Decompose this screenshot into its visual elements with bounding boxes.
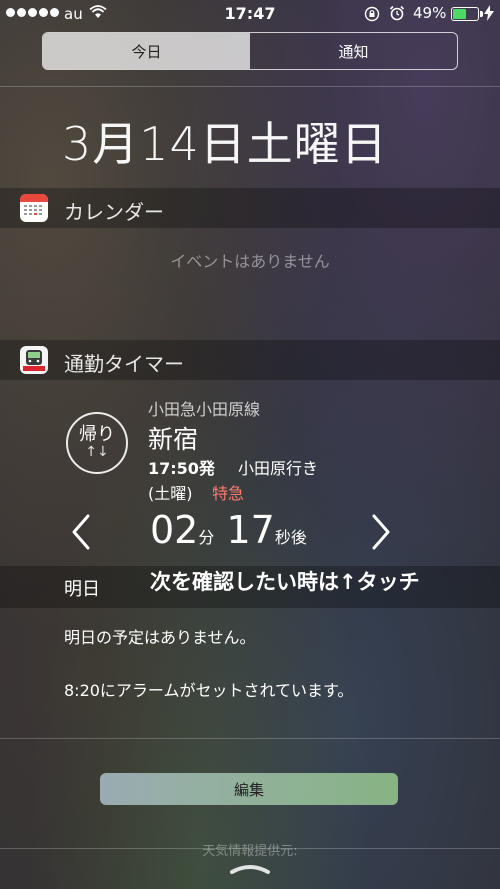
status-bar: au 17:47 49% bbox=[0, 0, 500, 28]
station-name: 新宿 bbox=[148, 425, 199, 454]
close-handle-icon[interactable] bbox=[228, 860, 272, 876]
divider bbox=[0, 738, 500, 739]
minutes-unit: 分 bbox=[198, 528, 215, 547]
charging-bolt-icon bbox=[484, 5, 494, 21]
commute-timer-app-icon bbox=[20, 346, 48, 374]
tomorrow-no-plans: 明日の予定はありません。 bbox=[64, 628, 256, 647]
battery-icon bbox=[451, 7, 483, 21]
next-train-chevron-icon[interactable] bbox=[366, 512, 396, 552]
countdown-minutes: 02 bbox=[150, 508, 199, 552]
day-type: (土曜) bbox=[148, 484, 193, 503]
divider bbox=[0, 86, 500, 87]
divider bbox=[0, 848, 500, 849]
tab-notifications[interactable]: 通知 bbox=[250, 33, 457, 69]
battery-percent: 49% bbox=[413, 4, 447, 22]
swap-arrows-icon: ↑↓ bbox=[85, 444, 109, 460]
touch-hint[interactable]: 次を確認したい時は↑タッチ bbox=[150, 566, 420, 596]
seconds-unit: 秒後 bbox=[274, 528, 307, 547]
calendar-title: カレンダー bbox=[64, 200, 164, 224]
countdown-seconds: 17 bbox=[226, 508, 275, 552]
calendar-app-icon bbox=[20, 194, 48, 222]
train-line: 小田急小田原線 bbox=[148, 400, 261, 419]
edit-button[interactable]: 編集 bbox=[100, 773, 398, 805]
tab-today[interactable]: 今日 bbox=[43, 33, 250, 69]
today-date: 3月14日土曜日 bbox=[62, 117, 388, 171]
tomorrow-alarm: 8:20にアラームがセットされています。 bbox=[64, 681, 354, 700]
view-segmented-control: 今日 通知 bbox=[42, 32, 458, 70]
direction-label: 帰り bbox=[79, 424, 115, 445]
departure-time: 17:50発 bbox=[148, 459, 215, 478]
alarm-icon bbox=[389, 5, 405, 21]
train-type: 特急 bbox=[212, 484, 245, 503]
weather-credit: 天気情報提供元: bbox=[202, 844, 298, 859]
direction-toggle-button[interactable]: 帰り ↑↓ bbox=[66, 412, 128, 474]
battery-fill bbox=[453, 9, 466, 19]
tomorrow-title: 明日 bbox=[64, 579, 100, 600]
calendar-empty-message: イベントはありません bbox=[170, 252, 330, 271]
countdown: 02分 17秒後 bbox=[150, 508, 307, 552]
previous-train-chevron-icon[interactable] bbox=[66, 512, 96, 552]
destination: 小田原行き bbox=[238, 459, 319, 478]
commute-timer-title: 通勤タイマー bbox=[64, 352, 184, 376]
rotation-lock-icon bbox=[364, 6, 380, 22]
